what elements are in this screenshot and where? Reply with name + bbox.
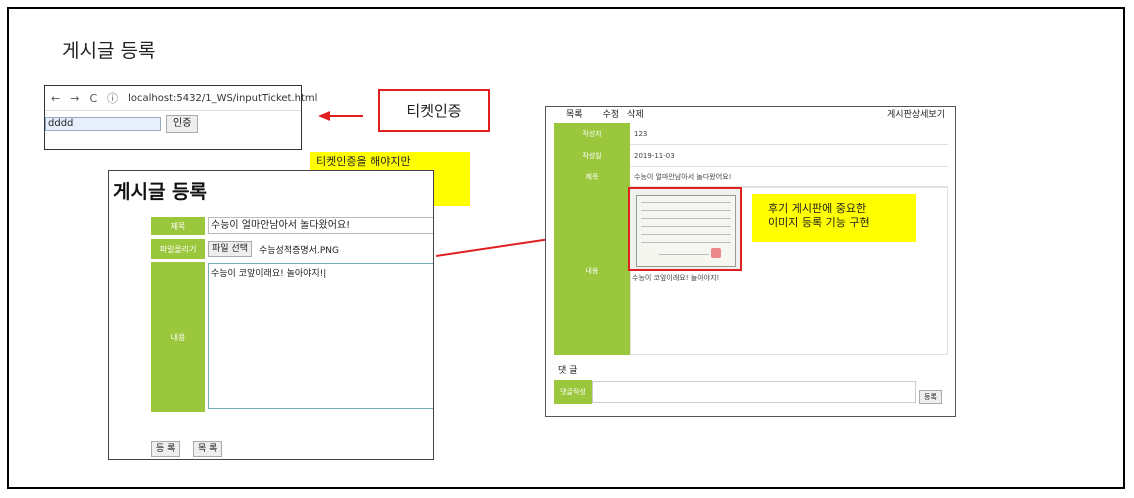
back-arrow-icon[interactable]: ←	[51, 92, 60, 105]
attached-image	[628, 187, 742, 271]
auth-button[interactable]: 인증	[166, 115, 199, 133]
detail-view: 목록 수정 삭제 게시판상세보기 작성자 123 작성일 2019-11-03 …	[545, 106, 956, 417]
menu-edit[interactable]: 수정	[603, 107, 620, 121]
certificate-image	[636, 195, 736, 267]
image-feature-note: 후기 게시판에 중요한 이미지 등록 기능 구현	[752, 194, 916, 242]
file-label: 파일올리기	[151, 239, 205, 259]
arrow-left-icon	[318, 111, 363, 121]
ticket-input[interactable]: dddd	[45, 117, 161, 131]
writer-value: 123	[630, 123, 948, 145]
ticket-auth-label: 티켓인증	[378, 89, 490, 132]
detail-page-label: 게시판상세보기	[887, 110, 945, 120]
reload-icon[interactable]: C	[89, 92, 97, 105]
note-line: 후기 게시판에 중요한	[768, 202, 867, 215]
address-bar[interactable]: localhost:5432/1_WS/inputTicket.html	[128, 93, 317, 104]
title-value: 수능이 얼마안남아서 놀다왔어요!	[630, 167, 948, 187]
form-title: 게시글 등록	[113, 181, 208, 203]
content-textarea[interactable]: 수능이 코앞이래요! 놀아야지!|	[208, 263, 433, 409]
file-name: 수능성적증명서.PNG	[259, 246, 339, 256]
detail-menu: 목록 수정 삭제 게시판상세보기	[546, 107, 955, 121]
content-label: 내용	[151, 262, 205, 412]
menu-delete[interactable]: 삭제	[627, 107, 644, 121]
date-value: 2019-11-03	[630, 145, 948, 167]
write-form: 게시글 등록 제목 수능이 얼마안남아서 놀다왔어요! 파일올리기 파일 선택 …	[108, 170, 434, 460]
slide-title: 게시글 등록	[62, 40, 156, 62]
note-line: 이미지 등록 기능 구현	[768, 216, 870, 229]
date-label: 작성일	[554, 145, 630, 167]
comment-submit-button[interactable]: 등록	[919, 390, 942, 404]
note-line: 티켓인증을 해야지만	[316, 155, 411, 168]
info-icon[interactable]: ⓘ	[107, 90, 118, 106]
browser-nav-bar: ← → C ⓘ localhost:5432/1_WS/inputTicket.…	[45, 86, 317, 111]
stamp-icon	[711, 248, 721, 258]
list-button[interactable]: 목 록	[193, 441, 223, 457]
title-label: 제목	[151, 217, 205, 235]
file-select-button[interactable]: 파일 선택	[208, 241, 252, 257]
writer-label: 작성자	[554, 123, 630, 145]
menu-list[interactable]: 목록	[566, 107, 583, 121]
submit-button[interactable]: 등 록	[151, 441, 181, 457]
content-label: 내용	[554, 187, 630, 355]
comment-label: 댓글작성	[554, 380, 592, 404]
content-text: 수능이 코앞이래요! 놀아야지!	[632, 274, 720, 282]
comment-title: 댓 글	[558, 366, 578, 376]
browser-window: ← → C ⓘ localhost:5432/1_WS/inputTicket.…	[44, 85, 317, 150]
forward-arrow-icon[interactable]: →	[70, 92, 79, 105]
title-label: 제목	[554, 167, 630, 187]
comment-textarea[interactable]	[592, 381, 916, 403]
title-input[interactable]: 수능이 얼마안남아서 놀다왔어요!	[208, 217, 433, 234]
